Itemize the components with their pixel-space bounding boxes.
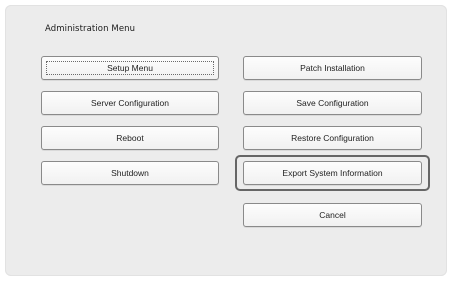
save-configuration-label: Save Configuration xyxy=(296,98,369,108)
save-configuration-button[interactable]: Save Configuration xyxy=(243,91,422,115)
server-configuration-button[interactable]: Server Configuration xyxy=(41,91,219,115)
reboot-button[interactable]: Reboot xyxy=(41,126,219,150)
restore-configuration-label: Restore Configuration xyxy=(291,133,374,143)
patch-installation-label: Patch Installation xyxy=(300,63,365,73)
setup-menu-button[interactable]: Setup Menu xyxy=(41,56,219,80)
restore-configuration-button[interactable]: Restore Configuration xyxy=(243,126,422,150)
setup-menu-label: Setup Menu xyxy=(107,63,153,73)
shutdown-label: Shutdown xyxy=(111,168,149,178)
reboot-label: Reboot xyxy=(116,133,144,143)
cancel-button[interactable]: Cancel xyxy=(243,203,422,227)
server-configuration-label: Server Configuration xyxy=(91,98,169,108)
cancel-label: Cancel xyxy=(319,210,346,220)
patch-installation-button[interactable]: Patch Installation xyxy=(243,56,422,80)
export-system-information-label: Export System Information xyxy=(282,168,383,178)
shutdown-button[interactable]: Shutdown xyxy=(41,161,219,185)
export-system-information-button[interactable]: Export System Information xyxy=(243,161,422,185)
focus-ring xyxy=(46,61,214,75)
menu-title: Administration Menu xyxy=(45,24,136,34)
